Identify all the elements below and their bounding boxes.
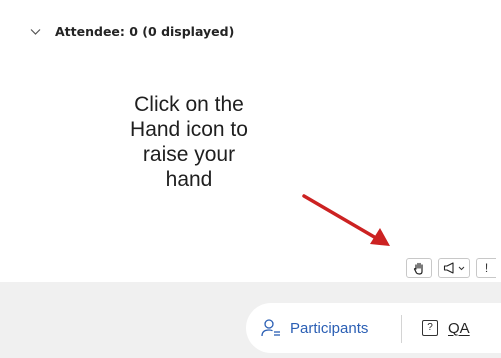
raise-hand-button[interactable] (406, 258, 432, 278)
question-box-icon: ? (422, 320, 438, 336)
more-reactions-button[interactable]: ! (476, 258, 496, 278)
tab-divider (401, 315, 402, 343)
tab-participants[interactable]: Participants (260, 303, 368, 353)
reaction-toolbar: ! (406, 258, 496, 278)
attendee-section-header[interactable]: Attendee: 0 (0 displayed) (30, 24, 234, 39)
chevron-down-icon (458, 266, 465, 270)
tab-qa[interactable]: ? QA (422, 303, 470, 353)
instruction-text: Click on the Hand icon to raise your han… (130, 93, 248, 191)
chevron-down-icon (30, 28, 41, 35)
participants-label: Participants (290, 319, 369, 337)
pointer-arrow (302, 194, 390, 246)
megaphone-icon (443, 262, 454, 274)
qa-label: QA (448, 319, 470, 337)
participants-icon (261, 319, 280, 337)
attendee-count-label: Attendee: 0 (0 displayed) (55, 24, 235, 39)
tab-group: Participants ? QA (246, 303, 501, 353)
bottom-toolbar: Participants ? QA (0, 282, 501, 358)
reactions-dropdown-button[interactable] (438, 258, 470, 278)
more-label: ! (484, 261, 489, 275)
hand-icon (413, 262, 423, 275)
